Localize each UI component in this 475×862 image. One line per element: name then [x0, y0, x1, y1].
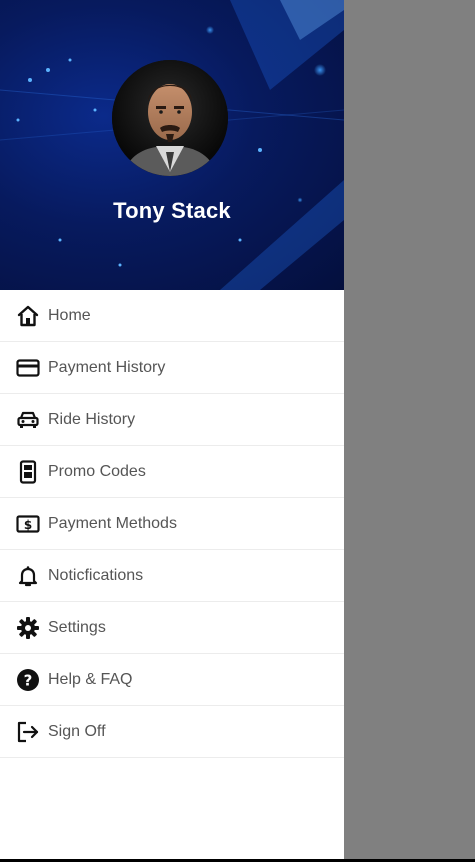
- menu-item-label: Payment Methods: [48, 514, 177, 532]
- menu-item-label: Promo Codes: [48, 462, 146, 480]
- menu-item-ride-history[interactable]: Ride History: [0, 394, 344, 446]
- ticket-icon: [15, 459, 41, 485]
- svg-text:$: $: [24, 518, 32, 532]
- menu-item-help-faq[interactable]: ? Help & FAQ: [0, 654, 344, 706]
- menu-item-label: Payment History: [48, 358, 166, 376]
- menu-item-payment-methods[interactable]: $ Payment Methods: [0, 498, 344, 550]
- app-screen: Tony Stack Home Payment History Ride His…: [0, 0, 475, 862]
- gear-icon: [15, 615, 41, 641]
- sign-out-icon: [15, 719, 41, 745]
- svg-text:?: ?: [24, 671, 33, 689]
- menu-item-label: Settings: [48, 618, 106, 636]
- menu-item-label: Sign Off: [48, 722, 106, 740]
- menu-item-notifications[interactable]: Noticfications: [0, 550, 344, 602]
- help-icon: ?: [15, 667, 41, 693]
- menu-item-home[interactable]: Home: [0, 290, 344, 342]
- bell-icon: [15, 563, 41, 589]
- car-icon: [15, 407, 41, 433]
- credit-card-icon: [15, 355, 41, 381]
- menu-item-label: Ride History: [48, 410, 136, 428]
- avatar-portrait-image: [112, 60, 228, 176]
- menu-item-label: Noticfications: [48, 566, 144, 584]
- navigation-drawer: Tony Stack Home Payment History Ride His…: [0, 0, 344, 860]
- profile-avatar[interactable]: [112, 60, 228, 176]
- menu-item-settings[interactable]: Settings: [0, 602, 344, 654]
- drawer-menu: Home Payment History Ride History Promo …: [0, 290, 344, 758]
- home-icon: [15, 303, 41, 329]
- profile-name: Tony Stack: [113, 198, 231, 223]
- menu-item-label: Home: [48, 306, 91, 324]
- drawer-header: Tony Stack: [0, 0, 344, 290]
- menu-item-payment-history[interactable]: Payment History: [0, 342, 344, 394]
- cash-icon: $: [15, 511, 41, 537]
- drawer-scrim[interactable]: [344, 0, 475, 860]
- menu-item-promo-codes[interactable]: Promo Codes: [0, 446, 344, 498]
- menu-item-sign-off[interactable]: Sign Off: [0, 706, 344, 758]
- menu-item-label: Help & FAQ: [48, 670, 133, 688]
